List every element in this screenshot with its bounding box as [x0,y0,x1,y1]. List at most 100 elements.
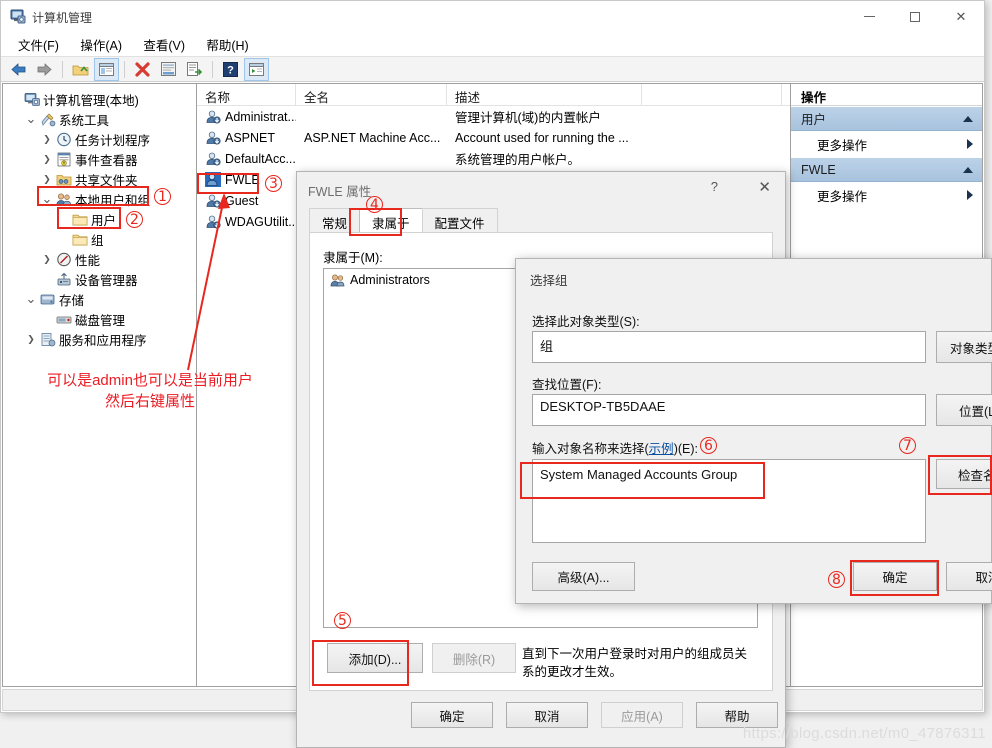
title-bar: 计算机管理 ✕ [1,1,984,32]
user-name: WDAGUtilit... [225,214,296,229]
annotation-marker-5: 5 [334,612,351,629]
table-row[interactable]: DefaultAcc... 系统管理的用户帐户。 [197,148,790,169]
action-more-actions-users[interactable]: 更多操作 [791,131,982,157]
tab-profile[interactable]: 配置文件 [421,208,498,233]
add-button[interactable]: 添加(D)... [327,643,423,673]
tree-users[interactable]: 用户 [3,209,196,229]
chevron-down-icon[interactable]: ⌄ [39,192,55,205]
chevron-right-icon[interactable]: ❯ [39,254,55,265]
console-tree: 计算机管理(本地) ⌄ 系统工具 ❯ 任务计划程序 ❯ 事件查看器 ❯ 共享文件夹 ⌄ 本地用户和组… [3,84,196,349]
action-group-fwle[interactable]: FWLE [791,157,982,182]
chevron-down-icon[interactable]: ⌄ [23,292,39,305]
tree-disk-management[interactable]: 磁盘管理 [3,309,196,329]
window-controls: ✕ [846,1,984,32]
minimize-button[interactable] [846,1,892,32]
chevron-up-icon[interactable] [963,166,973,173]
toolbar: ? [1,56,984,82]
object-type-field[interactable]: 组 [532,331,926,363]
forward-icon[interactable] [32,58,57,81]
location-field[interactable]: DESKTOP-TB5DAAE [532,394,926,426]
tree-node-label: 共享文件夹 [75,173,138,188]
up-folder-icon[interactable] [68,58,93,81]
tree-groups[interactable]: 组 [3,229,196,249]
action-group-users[interactable]: 用户 [791,106,982,131]
window-title: 计算机管理 [32,11,93,25]
folder-icon [71,231,88,247]
tree-storage[interactable]: ⌄ 存储 [3,289,196,309]
show-action-pane-icon[interactable] [244,57,269,81]
export-list-icon[interactable] [182,58,207,81]
column-header-2[interactable]: 全名 [296,84,447,105]
tree-computer-management-local[interactable]: 计算机管理(本地) [3,89,196,109]
show-tree-icon[interactable] [94,57,119,81]
tree-node-label: 组 [91,233,104,248]
menu-view[interactable]: 查看(V) [134,32,194,57]
props-ok-button[interactable]: 确定 [411,702,493,728]
chevron-right-icon[interactable]: ❯ [39,174,55,185]
advanced-button[interactable]: 高级(A)... [532,562,635,591]
watermark: https://blog.csdn.net/m0_47876311 [742,725,986,742]
maximize-button[interactable] [892,1,938,32]
folder-icon [71,211,88,227]
object-names-field[interactable]: System Managed Accounts Group [532,459,926,543]
user-icon [205,130,222,146]
shared-folders-icon [55,171,72,187]
object-names-label-post: )(E): [673,442,698,456]
chevron-down-icon[interactable]: ⌄ [23,112,39,125]
column-header-4[interactable] [642,84,782,105]
toolbar-separator [124,60,125,78]
user-name: Guest [225,193,259,208]
column-header-1[interactable]: 名称 [197,84,296,105]
close-button[interactable]: ✕ [938,1,984,32]
tree-shared-folders[interactable]: ❯ 共享文件夹 [3,169,196,189]
action-more-actions-fwle[interactable]: 更多操作 [791,182,982,208]
cell-description: 系统管理的用户帐户。 [455,153,581,167]
tree-task-scheduler[interactable]: ❯ 任务计划程序 [3,129,196,149]
annotation-marker-4: 4 [366,196,383,213]
menu-action[interactable]: 操作(A) [71,32,131,57]
properties-icon[interactable] [156,58,181,81]
select-group-ok-button[interactable]: 确定 [853,562,937,591]
user-icon [205,151,222,167]
disk-icon [55,311,72,327]
help-question-icon[interactable]: ? [711,179,718,194]
example-link[interactable]: 示例 [649,442,674,456]
tree-services-applications[interactable]: ❯ 服务和应用程序 [3,329,196,349]
cell-fullname: ASP.NET Machine Acc... [304,130,441,145]
props-cancel-button[interactable]: 取消 [506,702,588,728]
tab-member-of[interactable]: 隶属于 [359,208,423,233]
help-icon[interactable]: ? [218,58,243,81]
menu-help[interactable]: 帮助(H) [197,32,257,57]
services-icon [39,331,56,347]
chevron-right-icon[interactable]: ❯ [39,154,55,165]
user-name: DefaultAcc... [225,151,296,166]
chevron-up-icon[interactable] [963,115,973,122]
cell-name: Guest [197,193,296,209]
tree-device-manager[interactable]: 设备管理器 [3,269,196,289]
table-row[interactable]: Administrat... 管理计算机(域)的内置帐户 [197,106,790,127]
check-names-button[interactable]: 检查名称(C) [936,459,992,489]
chevron-right-icon[interactable]: ❯ [39,134,55,145]
close-icon[interactable]: ✕ [758,178,771,196]
chevron-right-icon[interactable] [967,190,973,200]
tree-event-viewer[interactable]: ❯ 事件查看器 [3,149,196,169]
tools-icon [39,111,56,127]
users-groups-icon [55,191,72,207]
select-group-cancel-button[interactable]: 取消 [946,562,992,591]
cell-name: ASPNET [197,130,296,146]
chevron-right-icon[interactable] [967,139,973,149]
back-icon[interactable] [6,58,31,81]
column-header-3[interactable]: 描述 [447,84,642,105]
delete-icon[interactable] [130,58,155,81]
group-icon [330,272,347,288]
annotation-marker-8: 8 [828,571,845,588]
menu-file[interactable]: 文件(F) [9,32,68,57]
tree-node-label: 事件查看器 [75,153,138,168]
tree-performance[interactable]: ❯ 性能 [3,249,196,269]
table-row[interactable]: ASPNET ASP.NET Machine Acc... Account used… [197,127,790,148]
tree-system-tools[interactable]: ⌄ 系统工具 [3,109,196,129]
object-types-button[interactable]: 对象类型(O)... [936,331,992,363]
chevron-right-icon[interactable]: ❯ [23,334,39,345]
tab-general[interactable]: 常规 [309,208,361,233]
locations-button[interactable]: 位置(L)... [936,394,992,426]
